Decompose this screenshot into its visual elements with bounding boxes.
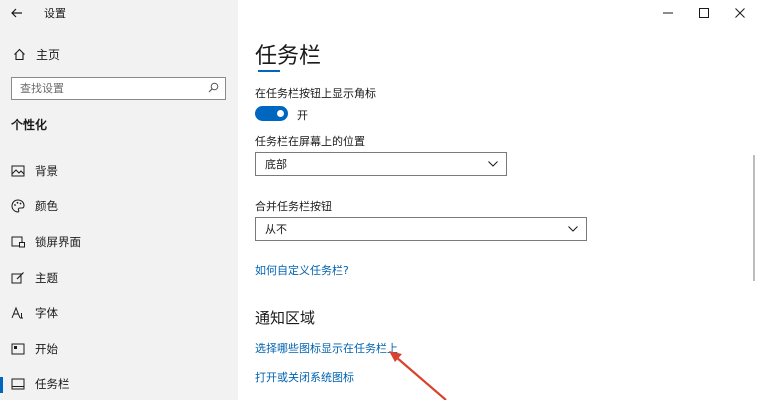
picture-icon [10, 163, 26, 179]
back-button[interactable] [0, 0, 34, 26]
sidebar-item-taskbar[interactable]: 任务栏 [0, 367, 238, 400]
sidebar-item-background[interactable]: 背景 [0, 153, 238, 189]
sidebar-item-label: 主页 [36, 47, 61, 62]
search-icon[interactable] [208, 82, 219, 96]
sidebar-item-label: 锁屏界面 [35, 234, 81, 249]
sidebar-item-start[interactable]: 开始 [0, 331, 238, 367]
sidebar-item-label: 主题 [35, 270, 58, 285]
start-icon [10, 341, 26, 357]
annotation-arrow [389, 351, 447, 400]
sidebar-item-themes[interactable]: 主题 [0, 260, 238, 296]
sidebar: 设置 主页 个性化 背景 [0, 0, 238, 400]
sidebar-item-fonts[interactable]: 字体 [0, 295, 238, 331]
sidebar-item-label: 开始 [35, 341, 58, 356]
sidebar-item-label: 任务栏 [35, 377, 70, 392]
back-arrow-icon [11, 8, 22, 18]
app-title: 设置 [44, 7, 66, 20]
sidebar-item-lock-screen[interactable]: 锁屏界面 [0, 224, 238, 260]
font-icon [10, 305, 26, 321]
sidebar-item-label: 背景 [35, 163, 58, 178]
home-icon [11, 46, 27, 62]
sidebar-nav: 背景 颜色 锁屏界面 主题 字体 开始 任务栏 [0, 153, 238, 400]
sidebar-section-heading: 个性化 [11, 118, 48, 132]
sidebar-item-label: 颜色 [35, 199, 58, 214]
search-input[interactable] [20, 82, 190, 95]
sidebar-item-label: 字体 [35, 306, 58, 321]
sidebar-item-colors[interactable]: 颜色 [0, 189, 238, 225]
sidebar-item-home[interactable]: 主页 [0, 42, 238, 66]
taskbar-icon [10, 376, 26, 392]
titlebar-left: 设置 [0, 0, 238, 26]
search-box[interactable] [11, 77, 226, 100]
lock-screen-icon [10, 234, 26, 250]
theme-brush-icon [10, 270, 26, 286]
palette-icon [10, 198, 26, 214]
main-content: 任务栏 在任务栏按钮上显示角标 开 任务栏在屏幕上的位置 底部 合并任务栏按钮 … [238, 0, 758, 400]
